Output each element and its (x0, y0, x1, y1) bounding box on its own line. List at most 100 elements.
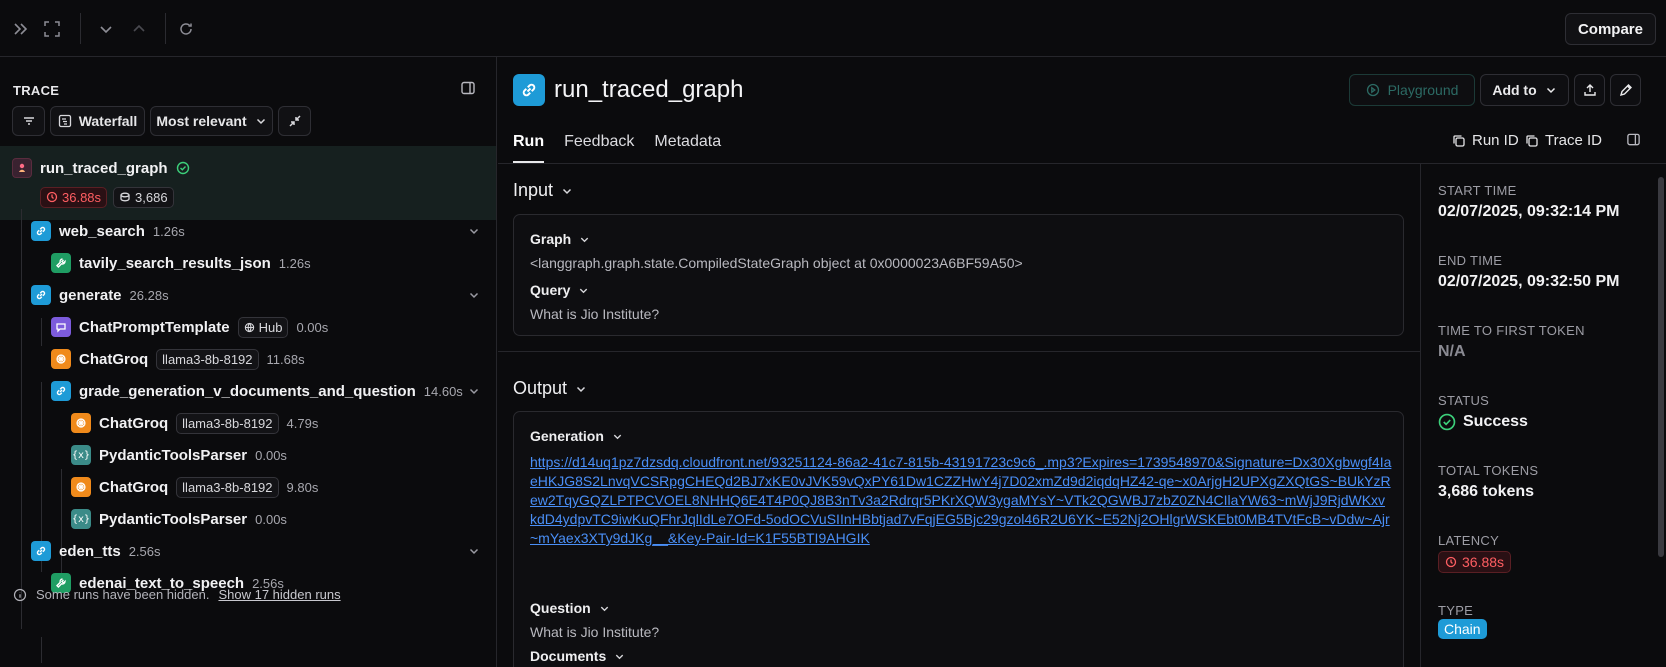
view-mode-button[interactable]: Waterfall (50, 106, 145, 136)
chain-link-icon (51, 381, 71, 401)
tree-node-time: 1.26s (152, 223, 185, 239)
latency-label: LATENCY (1438, 533, 1500, 548)
playground-button[interactable]: Playground (1349, 74, 1475, 106)
end-time-value: 02/07/2025, 09:32:50 PM (1438, 273, 1620, 290)
scrollbar[interactable] (1658, 177, 1664, 557)
generation-audio-link[interactable]: https://d14uq1pz7dzsdq.cloudfront.net/93… (530, 453, 1392, 548)
side-panel-toggle[interactable] (1626, 132, 1641, 147)
tree-node-time: 0.00s (296, 319, 329, 335)
wrench-icon (51, 253, 71, 273)
chevron-up-icon[interactable] (129, 19, 149, 39)
trace-panel: TRACE Waterfall Most relevant run_traced… (0, 57, 497, 667)
sort-select[interactable]: Most relevant (150, 106, 273, 136)
add-to-label: Add to (1492, 82, 1537, 98)
play-icon (1366, 83, 1379, 97)
run-id-button[interactable]: Run ID (1452, 132, 1519, 149)
graph-label: Graph (530, 231, 572, 247)
output-title: Output (513, 378, 568, 398)
chevron-down-icon (577, 386, 586, 392)
input-card: Graph <langgraph.graph.state.CompiledSta… (513, 214, 1404, 336)
latency-text: 36.88s (1462, 554, 1505, 570)
add-to-button[interactable]: Add to (1480, 74, 1569, 106)
latency-value: 36.88s (1438, 551, 1512, 573)
trace-id-button[interactable]: Trace ID (1525, 132, 1602, 149)
filter-button[interactable] (12, 106, 45, 136)
output-section-header[interactable]: Output (513, 378, 587, 399)
run-io-content: Input Graph <langgraph.graph.state.Compi… (498, 164, 1421, 667)
tree-node[interactable]: web_search 1.26s (31, 220, 185, 242)
tab-metadata[interactable]: Metadata (654, 133, 721, 163)
tree-node-name: ChatGroq (79, 350, 149, 368)
tree-node[interactable]: grade_generation_v_documents_and_questio… (51, 380, 463, 402)
tree-node-time: 4.79s (286, 415, 319, 431)
type-badge: Chain (1438, 619, 1487, 639)
chevron-down-icon[interactable] (468, 545, 480, 557)
output-card: Generation https://d14uq1pz7dzsdq.cloudf… (513, 411, 1404, 667)
query-field-header[interactable]: Query (530, 282, 589, 298)
tree-guide (21, 209, 22, 629)
share-button[interactable] (1574, 74, 1605, 106)
tree-node[interactable]: ChatGroq llama3-8b-8192 4.79s (71, 412, 318, 434)
panel-toggle-icon[interactable] (460, 80, 478, 98)
tree-node-time: 26.28s (129, 287, 169, 303)
expand-sidebar-icon[interactable] (11, 19, 31, 39)
graph-value: <langgraph.graph.state.CompiledStateGrap… (530, 255, 1023, 271)
refresh-icon[interactable] (176, 19, 196, 39)
tree-node-name: run_traced_graph (40, 159, 168, 177)
documents-field-header[interactable]: Documents (530, 648, 625, 664)
fullscreen-icon[interactable] (42, 19, 62, 39)
model-chip: llama3-8b-8192 (156, 348, 259, 370)
tree-node-name: ChatGroq (99, 478, 169, 496)
tree-node-name: grade_generation_v_documents_and_questio… (79, 382, 416, 400)
tree-node-time: 11.68s (266, 351, 305, 367)
graph-field-header[interactable]: Graph (530, 231, 590, 247)
generation-field-header[interactable]: Generation (530, 428, 623, 444)
tree-node[interactable]: {x} PydanticToolsParser 0.00s (71, 508, 287, 530)
run-tabs: Run Feedback Metadata (513, 133, 721, 163)
section-divider (498, 351, 1420, 352)
chevron-down-icon[interactable] (468, 225, 480, 237)
graph-root-icon (12, 158, 32, 178)
show-hidden-runs-link[interactable]: Show 17 hidden runs (218, 587, 340, 602)
chevron-down-icon[interactable] (96, 19, 116, 39)
hub-chip: Hub (237, 316, 289, 338)
collapse-all-button[interactable] (278, 106, 311, 136)
chevron-down-icon (600, 606, 608, 611)
model-chip: llama3-8b-8192 (176, 412, 279, 434)
edit-button[interactable] (1610, 74, 1641, 106)
tree-node-root[interactable]: run_traced_graph (12, 157, 190, 179)
tokens-label: TOTAL TOKENS (1438, 463, 1539, 478)
chevron-down-icon (581, 237, 589, 242)
copy-icon (1453, 134, 1465, 147)
latency-badge: 36.88s (1438, 551, 1512, 573)
tab-feedback[interactable]: Feedback (564, 133, 634, 163)
compare-button[interactable]: Compare (1564, 13, 1656, 45)
tree-node[interactable]: {x} PydanticToolsParser 0.00s (71, 444, 287, 466)
tree-node[interactable]: tavily_search_results_json 1.26s (51, 252, 311, 274)
tree-node[interactable]: ChatGroq llama3-8b-8192 9.80s (71, 476, 318, 498)
question-field-header[interactable]: Question (530, 600, 610, 616)
tree-node[interactable]: eden_tts 2.56s (31, 540, 161, 562)
llm-icon (51, 349, 71, 369)
chevron-down-icon[interactable] (468, 289, 480, 301)
view-mode-label: Waterfall (78, 113, 138, 129)
input-section-header[interactable]: Input (513, 180, 573, 201)
clock-icon (46, 191, 58, 203)
tree-node[interactable]: ChatPromptTemplate Hub 0.00s (51, 316, 328, 338)
chevron-down-icon[interactable] (468, 385, 480, 397)
chip-label: Hub (258, 319, 283, 335)
query-label: Query (530, 282, 571, 298)
tree-node-name: web_search (59, 222, 145, 240)
tree-node-time: 2.56s (128, 543, 161, 559)
llm-icon (71, 413, 91, 433)
tab-run[interactable]: Run (513, 133, 545, 163)
run-title: run_traced_graph (554, 76, 744, 103)
playground-label: Playground (1387, 82, 1459, 98)
token-value: 3,686 (135, 189, 168, 205)
chain-link-icon (31, 221, 51, 241)
tree-node[interactable]: ChatGroq llama3-8b-8192 11.68s (51, 348, 305, 370)
tree-node[interactable]: generate 26.28s (31, 284, 169, 306)
run-detail-panel: run_traced_graph Playground Add to Run F… (498, 57, 1666, 667)
latency-badge: 36.88s (40, 186, 108, 208)
globe-icon (244, 322, 254, 332)
